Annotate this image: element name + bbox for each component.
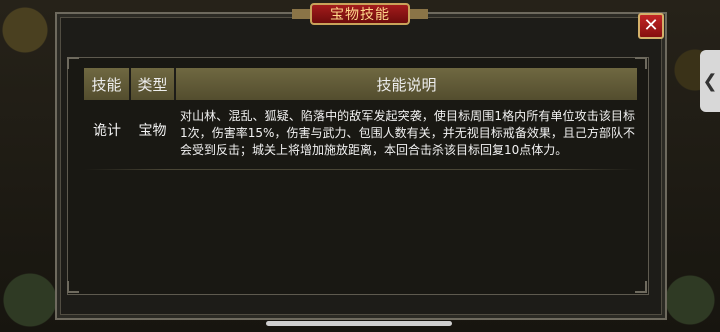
- chevron-left-icon: ❮: [702, 70, 718, 92]
- frame-corner: [67, 57, 79, 69]
- skill-table: 技能 类型 技能说明 诡计 宝物 对山林、混乱、狐疑、陷落中的敌军发起突袭，使目…: [84, 68, 637, 159]
- header-skill: 技能: [84, 68, 131, 100]
- table-row: 诡计 宝物 对山林、混乱、狐疑、陷落中的敌军发起突袭，使目标周围1格内所有单位攻…: [84, 100, 637, 159]
- close-icon: ✕: [643, 15, 659, 36]
- frame-corner: [635, 281, 647, 293]
- header-description: 技能说明: [175, 68, 637, 100]
- dialog-title: 宝物技能: [310, 3, 410, 25]
- title-ornament-right: [410, 9, 428, 19]
- table-header-row: 技能 类型 技能说明: [84, 68, 637, 100]
- title-ornament-left: [292, 9, 310, 19]
- frame-corner: [67, 281, 79, 293]
- home-indicator[interactable]: [266, 321, 452, 326]
- skill-type: 宝物: [138, 122, 167, 139]
- side-panel-toggle[interactable]: ❮: [700, 50, 720, 112]
- row-divider: [84, 169, 637, 170]
- header-type: 类型: [130, 68, 176, 100]
- skill-name: 诡计: [93, 122, 121, 139]
- close-button[interactable]: ✕: [638, 13, 664, 39]
- skill-description: 对山林、混乱、狐疑、陷落中的敌军发起突袭，使目标周围1格内所有单位攻击该目标1次…: [180, 109, 635, 157]
